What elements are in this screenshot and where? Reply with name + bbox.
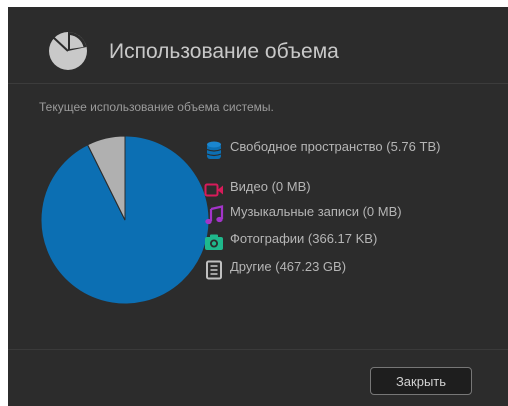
storage-usage-dialog: Использование объема Текущее использован…: [8, 7, 508, 406]
dialog-subtitle: Текущее использование объема системы.: [39, 100, 274, 114]
document-icon: [206, 260, 222, 280]
dialog-header: Использование объема: [8, 7, 508, 84]
pie-chart-icon: [49, 32, 87, 70]
legend-label: Музыкальные записи (0 MB): [230, 204, 402, 219]
dialog-title: Использование объема: [109, 40, 339, 63]
music-note-icon: [205, 205, 224, 225]
legend-label: Видео (0 MB): [230, 179, 311, 194]
camera-icon: [205, 234, 223, 250]
usage-pie-chart: [40, 135, 210, 305]
legend-item-video: Видео (0 MB): [204, 180, 474, 205]
chart-legend: Свободное пространство (5.76 TB) Видео (…: [204, 140, 474, 284]
video-camera-icon: [204, 183, 223, 197]
close-button[interactable]: Закрыть: [370, 367, 472, 395]
legend-label: Фотографии (366.17 KB): [230, 231, 378, 246]
legend-item-photos: Фотографии (366.17 KB): [204, 232, 474, 260]
database-icon: [206, 141, 222, 159]
footer-divider: [8, 349, 508, 350]
legend-item-music: Музыкальные записи (0 MB): [204, 205, 474, 232]
legend-label: Другие (467.23 GB): [230, 259, 347, 274]
legend-label: Свободное пространство (5.76 TB): [230, 139, 441, 154]
legend-item-other: Другие (467.23 GB): [204, 260, 474, 284]
legend-item-free-space: Свободное пространство (5.76 TB): [204, 140, 474, 180]
